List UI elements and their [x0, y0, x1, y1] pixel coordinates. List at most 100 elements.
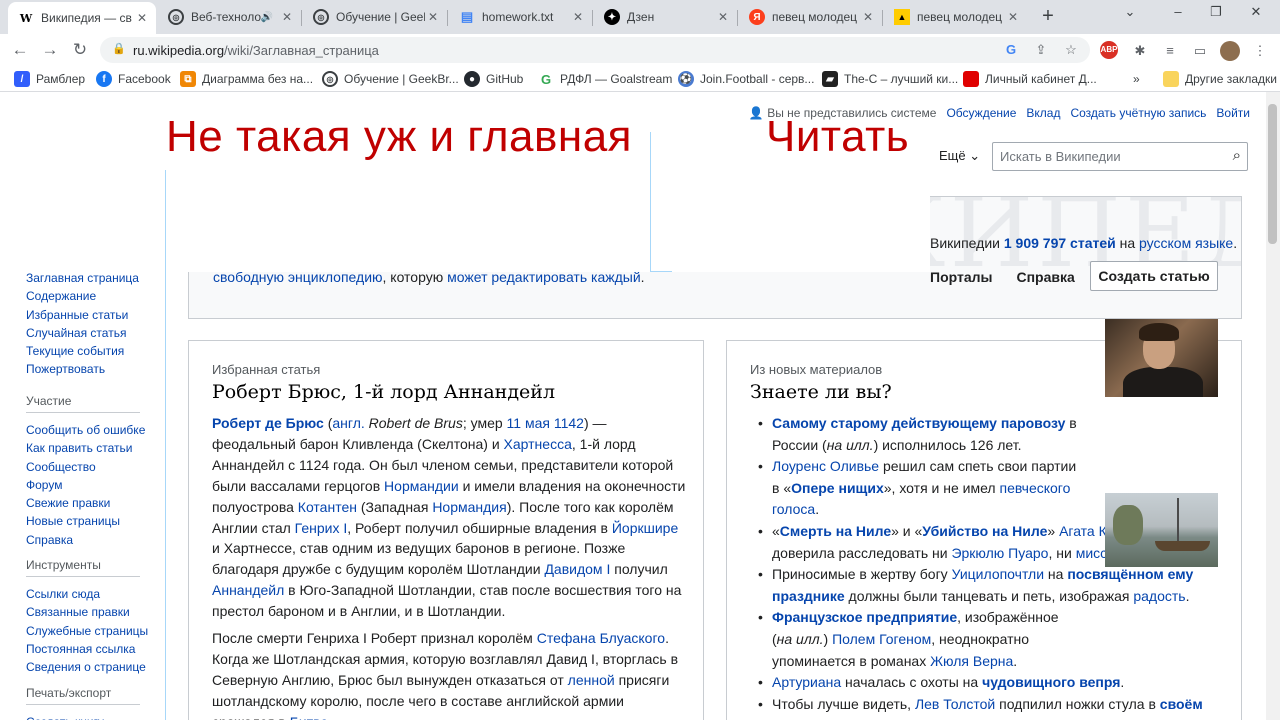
portals-link[interactable]: Порталы [930, 269, 992, 285]
bookmark-item[interactable]: ⧉ Диаграмма без на... [180, 70, 313, 88]
restore-button[interactable]: ❐ [1202, 4, 1230, 24]
article-link[interactable]: Опере нищих [791, 480, 884, 496]
share-icon[interactable]: ⇪ [1032, 41, 1050, 59]
article-link[interactable]: Смерть на Ниле [780, 523, 891, 539]
article-link[interactable]: англ. [332, 415, 364, 431]
article-link[interactable]: Йоркшире [612, 520, 678, 536]
close-tab-icon[interactable]: ✕ [134, 11, 150, 25]
close-window-button[interactable]: ✕ [1242, 4, 1270, 24]
article-link[interactable]: Артуриана [772, 674, 841, 690]
article-link[interactable]: Нормандии [384, 478, 459, 494]
bookmark-star-icon[interactable]: ☆ [1062, 41, 1080, 59]
reload-button[interactable]: ↻ [68, 38, 92, 62]
painting-image[interactable] [1105, 493, 1218, 567]
sidebar-link[interactable]: Создать книгу [26, 713, 140, 720]
sidebar-link[interactable]: Новые страницы [26, 512, 145, 530]
back-button[interactable]: ← [8, 38, 32, 62]
article-link[interactable]: Стефана Блуаского [537, 630, 665, 646]
side-panel-icon[interactable]: ▭ [1190, 41, 1210, 61]
sidebar-link[interactable]: Содержание [26, 287, 139, 305]
login-link[interactable]: Войти [1216, 106, 1250, 120]
article-link[interactable]: ленной [568, 672, 615, 688]
article-link[interactable]: Самому старому действующему паровозу [772, 415, 1065, 431]
extensions-icon[interactable]: ✱ [1130, 41, 1150, 61]
article-link[interactable]: Котантен [298, 499, 357, 515]
article-link[interactable]: Хартнесса [504, 436, 572, 452]
tab-search-chevron-icon[interactable]: ⌄ [1116, 4, 1144, 24]
article-link[interactable]: Уицилопочтли [952, 566, 1044, 582]
article-link[interactable]: радость [1133, 588, 1185, 604]
sidebar-link[interactable]: Сообщество [26, 458, 145, 476]
tab[interactable]: ▤ homework.txt ✕ [449, 4, 592, 30]
bookmark-item[interactable]: ◎ Обучение | GeekBr... [322, 70, 459, 88]
create-account-link[interactable]: Создать учётную запись [1070, 106, 1206, 120]
close-tab-icon[interactable]: ✕ [1005, 10, 1021, 24]
url-text[interactable]: ru.wikipedia.org/wiki/Заглавная_страница [133, 43, 379, 58]
search-input[interactable]: Искать в Википедии ⌕ [992, 142, 1248, 171]
article-link[interactable]: Эркюлю Пуаро [951, 545, 1048, 561]
sidebar-link[interactable]: Связанные правки [26, 603, 148, 621]
menu-icon[interactable]: ⋮ [1250, 41, 1270, 61]
sidebar-link[interactable]: Сведения о странице [26, 658, 148, 676]
help-link[interactable]: Справка [1016, 269, 1074, 285]
sidebar-link[interactable]: Свежие правки [26, 494, 145, 512]
article-link[interactable]: чудовищного вепря [982, 674, 1120, 690]
tab[interactable]: Япевец молодец ✕ [739, 4, 882, 30]
tab[interactable]: ✦ Дзен ✕ [594, 4, 737, 30]
sidebar-link[interactable]: Избранные статьи [26, 306, 139, 324]
sidebar-link[interactable]: Заглавная страница [26, 269, 139, 287]
sidebar-link[interactable]: Пожертвовать [26, 360, 139, 378]
sidebar-link[interactable]: Служебные страницы [26, 622, 148, 640]
bookmark-item[interactable]: ⚽ Join.Football - серв... [678, 70, 814, 88]
article-link[interactable]: Французское предприятие [772, 609, 957, 625]
article-link[interactable]: Нормандия [432, 499, 506, 515]
sidebar-link[interactable]: Форум [26, 476, 145, 494]
sidebar-link[interactable]: Случайная статья [26, 324, 139, 342]
contributions-link[interactable]: Вклад [1026, 106, 1060, 120]
address-bar[interactable]: 🔒 ru.wikipedia.org/wiki/Заглавная_страни… [100, 37, 1090, 63]
close-tab-icon[interactable]: ✕ [279, 10, 295, 24]
sidebar-link[interactable]: Сообщить об ошибке [26, 421, 145, 439]
article-link[interactable]: Давидом I [544, 561, 610, 577]
article-link[interactable]: Битве [290, 714, 329, 720]
lock-icon[interactable]: 🔒 [112, 42, 126, 55]
bookmark-item[interactable]: Личный кабинет Д... [963, 70, 1097, 88]
bookmark-item[interactable]: ▰ The-C – лучший ки... [822, 70, 958, 88]
article-link[interactable]: Генрих I [295, 520, 348, 536]
article-link[interactable]: Полем Гогеном [832, 631, 931, 647]
new-tab-button[interactable]: + [1036, 5, 1060, 29]
sidebar-link[interactable]: Постоянная ссылка [26, 640, 148, 658]
close-tab-icon[interactable]: ✕ [425, 10, 441, 24]
tab[interactable]: ◎ Обучение | Geek ✕ [303, 4, 447, 30]
bookmarks-overflow-button[interactable]: » [1133, 70, 1140, 88]
article-link[interactable]: 11 мая [507, 415, 550, 431]
bookmark-item[interactable]: ● GitHub [464, 70, 523, 88]
actor-photo[interactable] [1105, 319, 1218, 397]
other-bookmarks-folder[interactable]: Другие закладки [1163, 70, 1277, 88]
bookmark-item[interactable]: G РДФЛ — Goalstream [538, 70, 672, 88]
article-link[interactable]: Убийство на Ниле [922, 523, 1047, 539]
read-tab[interactable]: Читать [766, 112, 909, 162]
sidebar-link[interactable]: Текущие события [26, 342, 139, 360]
close-tab-icon[interactable]: ✕ [570, 10, 586, 24]
article-link[interactable]: Лоуренс Оливье [772, 458, 879, 474]
minimize-button[interactable]: – [1164, 4, 1192, 24]
article-link[interactable]: своём [1160, 696, 1203, 712]
google-translate-icon[interactable]: G [1002, 41, 1020, 59]
article-link[interactable]: 1142 [554, 415, 584, 431]
tab[interactable]: ▲ певец молодец ✕ [884, 4, 1027, 30]
forward-button[interactable]: → [38, 38, 62, 62]
sidebar-link[interactable]: Ссылки сюда [26, 585, 148, 603]
bookmark-item[interactable]: / Рамблер [14, 70, 85, 88]
sidebar-link[interactable]: Как править статьи [26, 439, 145, 457]
article-link[interactable]: Жюля Верна [930, 653, 1013, 669]
talk-link[interactable]: Обсуждение [946, 106, 1016, 120]
create-article-button[interactable]: Создать статью [1090, 261, 1218, 291]
language-link[interactable]: русском языке [1139, 235, 1233, 251]
media-control-icon[interactable]: ≡ [1160, 41, 1180, 61]
search-icon[interactable]: ⌕ [1233, 147, 1241, 164]
adblock-icon[interactable]: ABP [1100, 41, 1118, 59]
article-link[interactable]: Лев Толстой [915, 696, 995, 712]
close-tab-icon[interactable]: ✕ [860, 10, 876, 24]
tab[interactable]: ◎ Веб-техноло 🔊 ✕ [158, 4, 301, 30]
